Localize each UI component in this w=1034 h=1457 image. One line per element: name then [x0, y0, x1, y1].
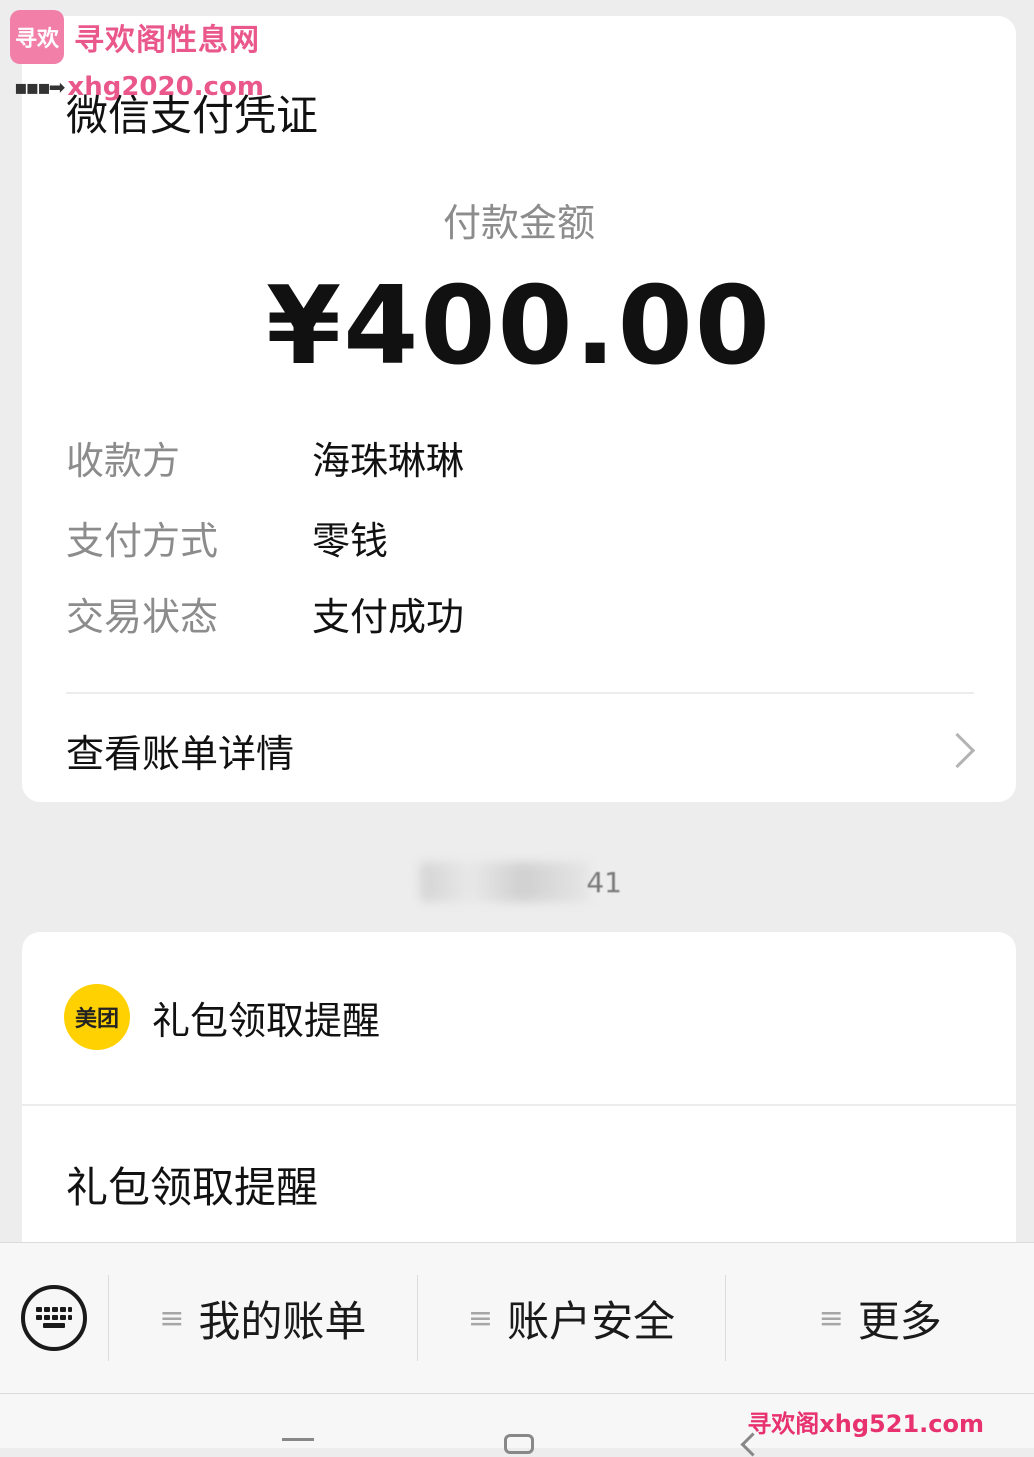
- service-menu-bar: ≡ 我的账单 ≡ 账户安全 ≡ 更多: [0, 1242, 1034, 1394]
- amount-label: 付款金额: [442, 201, 595, 245]
- menu-item-account-security[interactable]: ≡ 账户安全: [418, 1243, 726, 1393]
- transaction-status-row: 交易状态 支付成功: [66, 588, 966, 639]
- chevron-right-icon: [939, 732, 976, 768]
- view-bill-details-link[interactable]: 查看账单详情: [66, 722, 978, 778]
- watermark-logo-group: 寻欢 寻欢阁性息网: [10, 10, 260, 64]
- watermark-url-group: ▪▪▪➡ xhg2020.com: [14, 72, 264, 102]
- payee-label: 收款方: [66, 438, 181, 483]
- menu-item-my-bills[interactable]: ≡ 我的账单: [109, 1243, 417, 1393]
- message-timestamp: 41: [414, 858, 628, 906]
- payment-method-value: 零钱: [312, 518, 389, 563]
- payee-value: 海珠琳琳: [312, 438, 465, 483]
- menu-item-label: 账户安全: [507, 1296, 676, 1346]
- menu-lines-icon: ≡: [159, 1300, 185, 1336]
- keyboard-icon: [21, 1285, 87, 1351]
- amount-value: ¥400.00: [266, 264, 772, 389]
- promo-message-card[interactable]: 美团 礼包领取提醒 礼包领取提醒: [22, 932, 1016, 1272]
- payee-row: 收款方 海珠琳琳: [66, 432, 966, 483]
- nav-home-icon[interactable]: [504, 1434, 534, 1454]
- menu-item-label: 更多: [857, 1296, 942, 1346]
- transaction-status-label: 交易状态: [66, 594, 219, 639]
- nav-menu-icon[interactable]: [282, 1438, 314, 1441]
- redacted-blur: [420, 862, 590, 902]
- menu-lines-icon: ≡: [467, 1300, 494, 1336]
- promo-header: 美团 礼包领取提醒: [64, 984, 380, 1050]
- transaction-status-value: 支付成功: [312, 594, 465, 639]
- promo-message-title: 礼包领取提醒: [66, 1163, 319, 1212]
- menu-lines-icon: ≡: [818, 1300, 844, 1336]
- menu-item-more[interactable]: ≡ 更多: [726, 1243, 1034, 1393]
- watermark-url: xhg2020.com: [67, 72, 264, 102]
- divider: [66, 692, 974, 694]
- view-bill-details-label: 查看账单详情: [66, 731, 295, 776]
- arrow-right-icon: ▪▪▪➡: [14, 75, 65, 99]
- meituan-logo-icon: 美团: [64, 984, 130, 1050]
- keyboard-toggle-button[interactable]: [0, 1243, 108, 1393]
- timestamp-text: 41: [586, 865, 622, 899]
- payment-voucher-card: 微信支付凭证 付款金额 ¥400.00 收款方 海珠琳琳 支付方式 零钱 交易状…: [22, 16, 1016, 802]
- divider: [22, 1104, 1016, 1106]
- watermark-site-name: 寻欢阁性息网: [74, 23, 260, 58]
- payment-method-row: 支付方式 零钱: [66, 512, 966, 563]
- watermark-logo: 寻欢: [10, 10, 64, 64]
- payment-method-label: 支付方式: [66, 518, 219, 563]
- watermark-bottom: 寻欢阁xhg521.com: [747, 1410, 984, 1438]
- promo-sender-name: 礼包领取提醒: [152, 998, 381, 1043]
- menu-item-label: 我的账单: [198, 1296, 367, 1346]
